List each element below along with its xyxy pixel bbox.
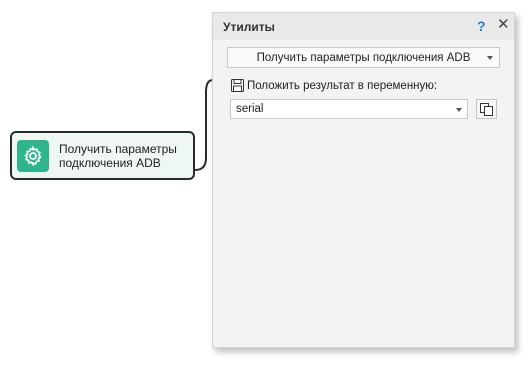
node-connector bbox=[194, 79, 214, 171]
panel-title: Утилиты bbox=[223, 19, 275, 34]
gear-icon bbox=[17, 139, 49, 172]
panel-header: Утилиты ? ✕ bbox=[213, 13, 514, 40]
chevron-down-icon bbox=[487, 56, 493, 60]
result-variable-label: Положить результат в переменную: bbox=[247, 79, 438, 92]
action-select[interactable]: Получить параметры подключения ADB bbox=[227, 47, 500, 68]
utilities-panel: Утилиты ? ✕ Получить параметры подключен… bbox=[212, 12, 515, 348]
copy-icon bbox=[480, 102, 493, 116]
action-node[interactable]: Получить параметры подключения ADB bbox=[10, 131, 195, 180]
floppy-disk-icon bbox=[231, 79, 244, 92]
chevron-down-icon[interactable] bbox=[456, 108, 462, 112]
result-label-row: Положить результат в переменную: bbox=[231, 79, 437, 92]
help-icon[interactable]: ? bbox=[477, 18, 486, 34]
copy-button[interactable] bbox=[476, 99, 497, 119]
node-label: Получить параметры подключения ADB bbox=[59, 141, 177, 170]
close-icon[interactable]: ✕ bbox=[497, 17, 510, 33]
action-select-value: Получить параметры подключения ADB bbox=[256, 51, 471, 64]
variable-input[interactable]: serial bbox=[230, 99, 468, 119]
variable-input-value: serial bbox=[236, 103, 264, 115]
